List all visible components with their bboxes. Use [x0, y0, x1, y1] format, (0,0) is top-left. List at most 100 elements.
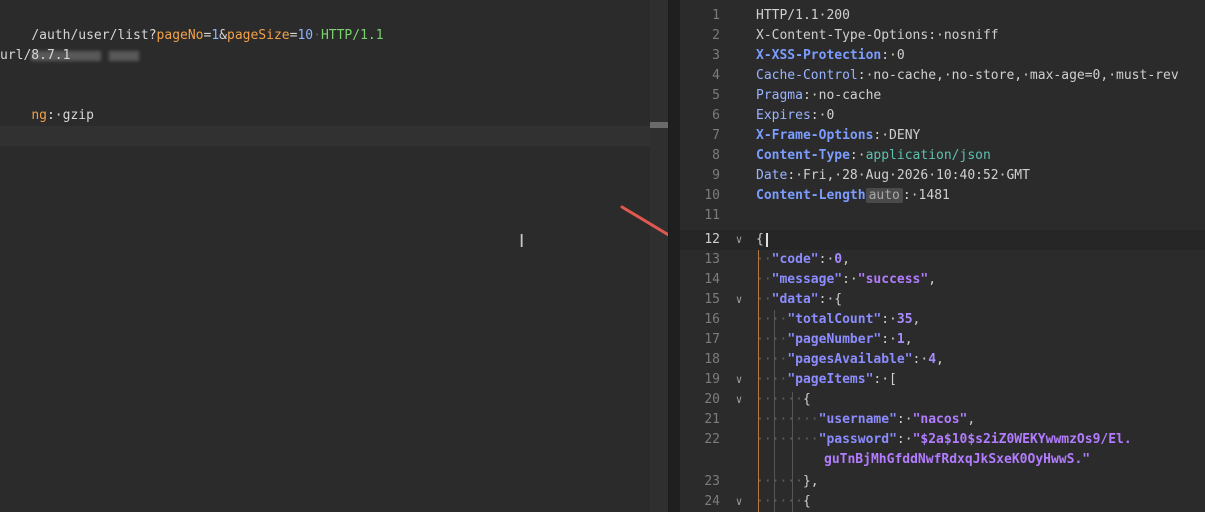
json-key: "pageItems"	[787, 372, 874, 387]
json-colon: :·	[896, 432, 913, 447]
json-string: "nacos"	[912, 412, 968, 427]
json-key: "password"	[818, 432, 897, 447]
http-protocol: HTTP/1.1	[320, 28, 384, 43]
fold-chevron-icon[interactable]: ∨	[732, 230, 746, 250]
json-key: "pageNumber"	[787, 332, 882, 347]
indent-dots: ········	[756, 432, 819, 447]
line-number: 10	[704, 188, 720, 203]
indent-dots: ········	[756, 412, 819, 427]
line-number: 13	[704, 252, 720, 267]
header-name: Content-Length	[756, 188, 866, 203]
indent-dots: ····	[756, 372, 788, 387]
header-value: :·Fri,·28·Aug·2026·10:40:52·GMT	[787, 168, 1030, 183]
header-row: X-Content-Type-Options:·nosniff	[756, 26, 999, 46]
indent-dots: ····	[756, 312, 788, 327]
header-row: Expires:·0	[756, 106, 834, 126]
line-number: 7	[712, 128, 720, 143]
brace: {	[802, 392, 811, 407]
line-number: 11	[704, 208, 720, 223]
line-number: 6	[712, 108, 720, 123]
json-colon: :·	[842, 272, 858, 287]
json-line-totalcount: ····"totalCount":·35,	[756, 310, 920, 330]
header-row: X-Frame-Options:·DENY	[756, 126, 920, 146]
indent-dots: ··	[756, 252, 772, 267]
json-colon: :·	[912, 352, 929, 367]
json-key: "pagesAvailable"	[787, 352, 913, 367]
json-number: 35	[896, 312, 913, 327]
header-value: :·0	[810, 108, 835, 123]
line-number: 23	[704, 474, 720, 489]
json-colon: :·{	[818, 292, 843, 307]
param-value-pagesize: 10	[297, 28, 314, 43]
fold-chevron-icon[interactable]: ∨	[732, 492, 746, 512]
json-string: guTnBjMhGfddNwfRdxqJkSxeK0OyHwwS."	[824, 452, 1091, 467]
request-editor[interactable]: /auth/user/list?pageNo=1&pageSize=10·HTT…	[0, 0, 668, 512]
header-value: :·no-cache	[802, 88, 882, 103]
json-number: 0	[834, 252, 843, 267]
line-number: 9	[712, 168, 720, 183]
json-line-message: ··"message":·"success",	[756, 270, 936, 290]
json-colon: :·	[818, 252, 835, 267]
redacted-host-line	[0, 26, 147, 61]
response-viewer[interactable]: 1 2 3 4 5 6 7 8 9 10 11 12 13 14 15 16 17 18 19 20 21 22 23 24 …	[680, 0, 1205, 512]
line-number: 17	[704, 332, 720, 347]
indent-dots: ····	[756, 352, 788, 367]
line-number: 20	[704, 392, 720, 407]
indent-dots: ··	[756, 292, 772, 307]
line-number: 14	[704, 272, 720, 287]
line-number: 15	[704, 292, 720, 307]
json-colon: :·	[881, 312, 897, 327]
scrollbar-thumb[interactable]	[650, 122, 668, 128]
auto-badge[interactable]: auto	[865, 188, 903, 203]
header-colon: :·	[849, 148, 866, 163]
json-comma: ,	[912, 312, 921, 327]
brace: },	[802, 474, 819, 489]
fold-chevron-icon[interactable]: ∨	[732, 290, 746, 310]
json-comma: ,	[936, 352, 944, 367]
fold-chevron-icon[interactable]: ∨	[732, 370, 746, 390]
header-value: :·gzip	[46, 108, 94, 123]
redacted-host-part2	[109, 50, 140, 61]
json-line-obj-open: ······{	[756, 390, 811, 410]
current-line-highlight	[0, 126, 650, 146]
indent-dots: ······	[756, 494, 803, 509]
line-number: 19	[704, 372, 720, 387]
json-line-code: ··"code":·0,	[756, 250, 850, 270]
line-number: 1	[712, 8, 720, 23]
json-line-pagenumber: ····"pageNumber":·1,	[756, 330, 913, 350]
header-value: :·nosniff	[928, 28, 999, 43]
line-number: 18	[704, 352, 720, 367]
json-comma: ,	[967, 412, 976, 427]
json-colon: :·	[896, 412, 913, 427]
param-name-pageno: pageNo	[156, 28, 204, 43]
header-value: :·no-cache,·no-store,·max-age=0,·must-re…	[857, 68, 1179, 83]
line-number: 5	[712, 88, 720, 103]
line-number: 3	[712, 48, 720, 63]
json-comma: ,	[842, 252, 850, 267]
header-name: Expires	[756, 108, 811, 123]
header-row: Content-Length auto:·1481	[756, 186, 950, 206]
header-name: X-XSS-Protection	[756, 48, 882, 63]
fold-chevron-icon[interactable]: ∨	[732, 390, 746, 410]
json-line-password-wrap: guTnBjMhGfddNwfRdxqJkSxeK0OyHwwS."	[824, 450, 1090, 470]
header-name: Date	[756, 168, 788, 183]
json-key: "data"	[771, 292, 819, 307]
json-number: 1	[896, 332, 905, 347]
line-number: 24	[704, 494, 720, 509]
status-text: HTTP/1.1·200	[756, 8, 850, 23]
header-name: Pragma	[756, 88, 803, 103]
json-line-obj-open-2: ······{	[756, 492, 811, 512]
json-line-pagesavailable: ····"pagesAvailable":·4,	[756, 350, 944, 370]
header-value: :·0	[881, 48, 905, 63]
header-value: :·DENY	[873, 128, 921, 143]
line-number: 22	[704, 432, 720, 447]
param-separator: &	[219, 28, 227, 43]
json-key: "totalCount"	[787, 312, 882, 327]
request-line: /auth/user/list?pageNo=1&pageSize=10·HTT…	[0, 6, 383, 43]
json-string: "$2a$10$s2iZ0WEKYwwmzOs9/El.	[912, 432, 1132, 447]
header-name-fragment: ng	[31, 108, 47, 123]
line-number: 8	[712, 148, 720, 163]
header-name: Content-Type	[756, 148, 850, 163]
status-line: HTTP/1.1·200	[756, 6, 850, 26]
header-value: application/json	[865, 148, 991, 163]
